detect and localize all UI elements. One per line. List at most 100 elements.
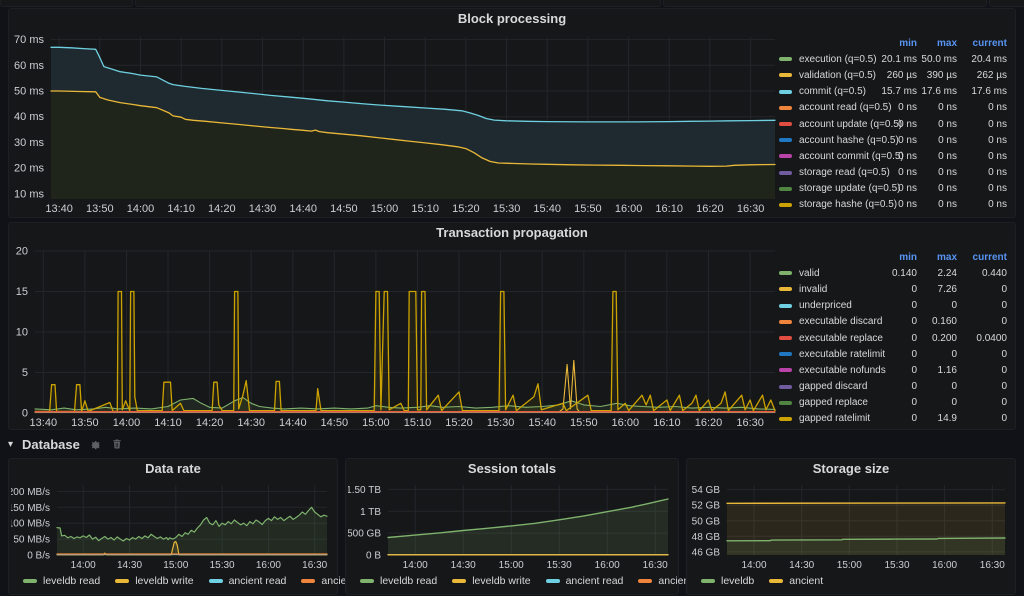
storage-size-chart[interactable]: 46 GB 48 GB 50 GB 52 GB 54 GB 14:00 14:30 15:00… [689,479,1013,571]
legend-max-value: 50.0 ms [921,53,957,65]
legend-item[interactable]: ancient [769,575,823,587]
legend-item[interactable]: leveldb read [23,575,100,587]
series-color-swatch [701,579,715,583]
legend-row[interactable]: commit (q=0.5) 15.7 ms 17.6 ms 17.6 ms [779,84,1007,100]
session-totals-chart[interactable]: 0 B 500 GB 1 TB 1.50 TB 14:00 14:30 15:00 15:30… [348,479,676,571]
legend-item[interactable]: leveldb write [115,575,194,587]
legend-current-value: 0 [1001,316,1007,328]
storage-size-chart-svg[interactable]: 46 GB 48 GB 50 GB 52 GB 54 GB 14:00 14:30 15:00… [689,479,1013,571]
legend-series-label: ancient read [565,575,624,587]
legend-row[interactable]: executable nofunds 0 1.16 0 [779,362,1007,378]
legend-row[interactable]: account hashe (q=0.5) 0 ns 0 ns 0 ns [779,132,1007,148]
panel-title-block-processing[interactable]: Block processing [9,9,1015,29]
legend-series-label[interactable]: gapped discard [799,381,871,392]
legend-row[interactable]: gapped replace 0 0 0 [779,395,1007,411]
session-totals-chart-svg[interactable]: 0 B 500 GB 1 TB 1.50 TB 14:00 14:30 15:00 15:30… [348,479,676,571]
legend-series-label[interactable]: storage hashe (q=0.5) [799,199,897,210]
gear-icon[interactable] [89,438,102,451]
transaction-propagation-chart-svg[interactable]: 0 5 10 15 20 13:40 13:50 14:00 14:10 14:20 14:30 14… [11,245,783,429]
data-rate-chart-svg[interactable]: 0 B/s 50 MB/s 100 MB/s 150 MB/s 200 MB/s 14:0… [11,479,335,571]
clipped-panel-above [0,0,133,7]
transaction-propagation-chart[interactable]: 0 5 10 15 20 13:40 13:50 14:00 14:10 14:20 14:30 14… [11,245,783,429]
block-processing-chart-svg[interactable]: 10 ms 20 ms 30 ms 40 ms 50 ms 60 ms 70 ms 13:40… [11,31,783,215]
legend-series-label[interactable]: execution (q=0.5) [799,54,877,65]
legend-row[interactable]: storage hashe (q=0.5) 0 ns 0 ns 0 ns [779,197,1007,213]
legend-current-value: 0 [1001,364,1007,376]
trash-icon[interactable] [111,438,124,451]
legend-min-value: 260 µs [886,69,917,81]
legend-item[interactable]: leveldb [701,575,754,587]
legend-header-current[interactable]: current [957,38,1007,49]
legend-row[interactable]: validation (q=0.5) 260 µs 390 µs 262 µs [779,67,1007,83]
svg-text:15:30: 15:30 [884,560,909,571]
legend-row[interactable]: execution (q=0.5) 20.1 ms 50.0 ms 20.4 ms [779,51,1007,67]
transaction-propagation-legend: min max current valid 0.140 2.24 0.440 invalid 0… [779,249,1007,427]
block-processing-legend: min max current execution (q=0.5) 20.1 ms 50.… [779,35,1007,213]
svg-text:14:20: 14:20 [196,417,224,429]
legend-series-label[interactable]: executable discard [799,316,882,327]
legend-series-label[interactable]: account read (q=0.5) [799,102,892,113]
series-color-swatch [779,170,792,175]
legend-row[interactable]: executable ratelimit 0 0 0 [779,346,1007,362]
panel-title-data-rate[interactable]: Data rate [9,459,337,479]
legend-series-label[interactable]: storage update (q=0.5) [799,183,900,194]
legend-item[interactable]: leveldb write [452,575,531,587]
panel-title-session-totals[interactable]: Session totals [346,459,678,479]
legend-item[interactable]: leveldb read [360,575,437,587]
legend-header-max[interactable]: max [917,252,957,263]
legend-row[interactable]: storage read (q=0.5) 0 ns 0 ns 0 ns [779,165,1007,181]
block-processing-chart[interactable]: 10 ms 20 ms 30 ms 40 ms 50 ms 60 ms 70 ms 13:40… [11,31,783,215]
legend-series-label[interactable]: account update (q=0.5) [799,119,902,130]
legend-row[interactable]: account update (q=0.5) 0 ns 0 ns 0 ns [779,116,1007,132]
svg-text:52 GB: 52 GB [692,501,721,512]
svg-text:50 ms: 50 ms [14,86,44,98]
svg-text:15:50: 15:50 [574,203,602,215]
svg-text:20 ms: 20 ms [14,163,44,175]
panel-title-transaction-propagation[interactable]: Transaction propagation [9,223,1015,243]
legend-row[interactable]: valid 0.140 2.24 0.440 [779,265,1007,281]
legend-min-value: 0 ns [898,118,917,130]
legend-row[interactable]: gapped discard 0 0 0 [779,379,1007,395]
legend-header-min[interactable]: min [871,252,917,263]
legend-current-value: 0 [1001,397,1007,409]
series-fill-leveldb-read [388,499,668,555]
legend-row[interactable]: gapped ratelimit 0 14.9 0 [779,411,1007,427]
legend-row[interactable]: executable discard 0 0.160 0 [779,314,1007,330]
chevron-down-icon[interactable]: ▾ [8,439,13,450]
legend-series-label[interactable]: executable nofunds [799,365,886,376]
legend-series-label[interactable]: gapped ratelimit [799,413,871,424]
legend-series-label[interactable]: executable replace [799,333,883,344]
legend-row[interactable]: storage update (q=0.5) 0 ns 0 ns 0 ns [779,181,1007,197]
data-rate-chart[interactable]: 0 B/s 50 MB/s 100 MB/s 150 MB/s 200 MB/s 14:0… [11,479,335,571]
series-color-swatch [779,400,792,405]
legend-row[interactable]: underpriced 0 0 0 [779,298,1007,314]
legend-row[interactable]: account read (q=0.5) 0 ns 0 ns 0 ns [779,100,1007,116]
legend-min-value: 0 [911,283,917,295]
legend-row[interactable]: invalid 0 7.26 0 [779,281,1007,297]
legend-series-label[interactable]: invalid [799,284,871,295]
legend-series-label[interactable]: commit (q=0.5) [799,86,871,97]
svg-text:54 GB: 54 GB [692,485,721,496]
legend-header-min[interactable]: min [871,38,917,49]
series-color-swatch [208,579,223,583]
legend-series-label[interactable]: storage read (q=0.5) [799,167,890,178]
legend-series-label[interactable]: underpriced [799,300,871,311]
svg-text:0: 0 [22,408,28,420]
legend-series-label[interactable]: gapped replace [799,397,871,408]
legend-series-label[interactable]: validation (q=0.5) [799,70,876,81]
panel-title-storage-size[interactable]: Storage size [687,459,1015,479]
svg-text:16:30: 16:30 [980,560,1005,571]
legend-series-label[interactable]: account commit (q=0.5) [799,151,904,162]
legend-header-max[interactable]: max [917,38,957,49]
legend-item[interactable]: ancient read [208,575,286,587]
row-database-title[interactable]: Database [22,437,80,452]
legend-row[interactable]: account commit (q=0.5) 0 ns 0 ns 0 ns [779,148,1007,164]
legend-item[interactable]: ancient read [545,575,624,587]
legend-row[interactable]: executable replace 0 0.200 0.0400 [779,330,1007,346]
legend-header-current[interactable]: current [957,252,1007,263]
series-color-swatch [779,186,792,191]
legend-series-label[interactable]: account hashe (q=0.5) [799,135,899,146]
legend-series-label[interactable]: executable ratelimit [799,349,885,360]
legend-series-label[interactable]: valid [799,268,871,279]
legend-max-value: 0 [951,300,957,312]
